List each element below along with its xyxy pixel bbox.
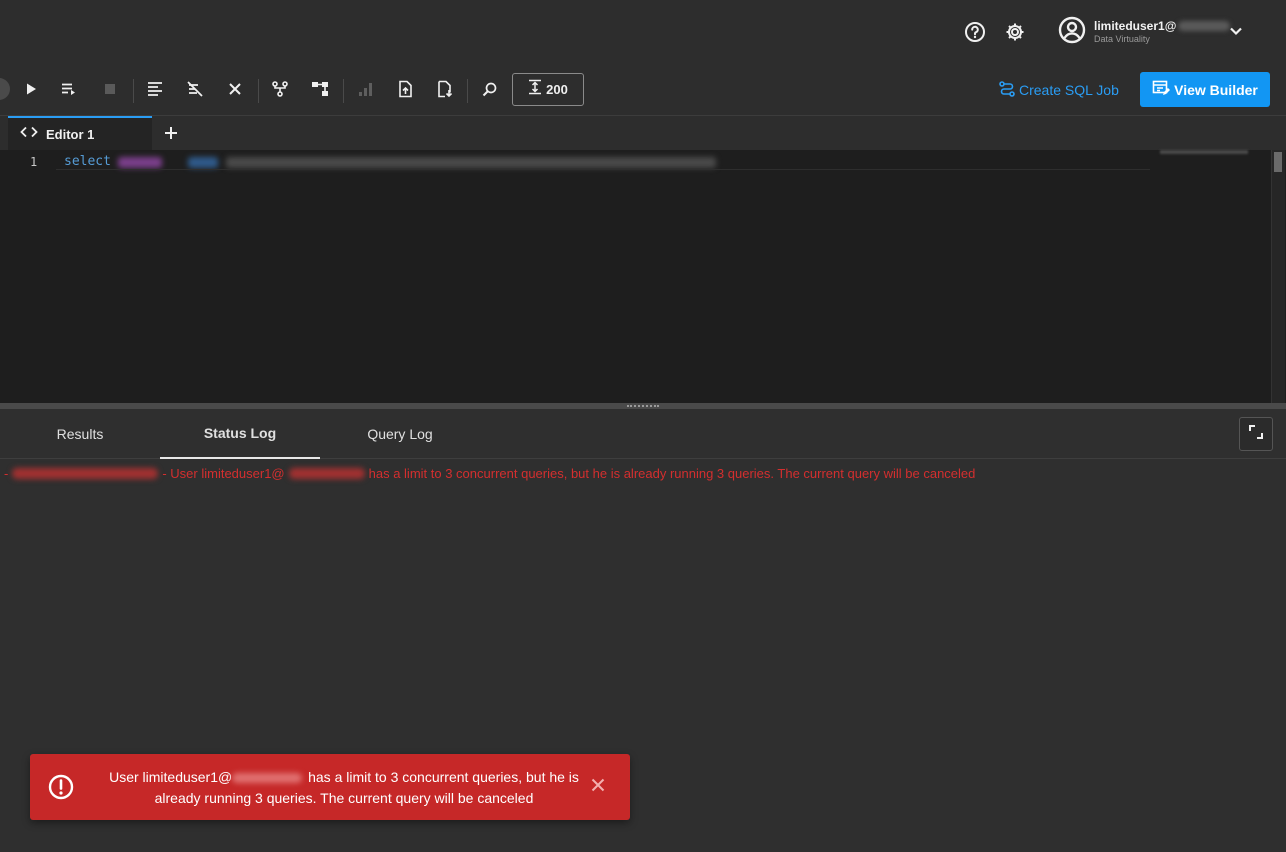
redacted-domain xyxy=(232,773,303,784)
app-header: limiteduser1@ Data Virtuality xyxy=(0,0,1286,64)
query-plan-icon[interactable] xyxy=(310,79,330,99)
scrollbar-thumb[interactable] xyxy=(1274,152,1282,172)
error-icon xyxy=(47,773,75,801)
explain-plan-icon[interactable] xyxy=(270,79,290,99)
line-number: 1 xyxy=(30,155,38,169)
help-icon[interactable] xyxy=(963,20,987,44)
clear-icon[interactable] xyxy=(225,79,245,99)
tab-label: Editor 1 xyxy=(46,126,95,142)
editor-toolbar: 200 Create SQL Job View Builder xyxy=(0,64,1286,116)
toast-text-part1: User limiteduser1@ xyxy=(109,769,233,785)
format-sql-icon[interactable] xyxy=(145,79,165,99)
row-limit-value: 200 xyxy=(546,82,568,97)
find-replace-icon[interactable] xyxy=(480,79,500,99)
import-file-icon[interactable] xyxy=(395,79,415,99)
redacted-domain xyxy=(1178,21,1231,31)
toolbar-divider xyxy=(467,79,468,103)
statistics-icon[interactable] xyxy=(355,79,375,99)
log-entry: - - User limiteduser1@ has a limit to 3 … xyxy=(4,466,975,481)
redacted-code xyxy=(118,157,162,168)
expand-icon xyxy=(1248,424,1264,445)
code-keyword: select xyxy=(64,154,111,169)
tab-editor-1[interactable]: Editor 1 xyxy=(8,116,152,150)
status-indicator xyxy=(0,78,10,100)
redacted-code xyxy=(226,157,716,168)
sql-editor[interactable]: 1 select xyxy=(0,150,1286,403)
tab-results[interactable]: Results xyxy=(0,409,160,459)
create-sql-job-button[interactable]: Create SQL Job xyxy=(998,80,1119,100)
toast-text-part2: has a limit to 3 concurrent queries, but… xyxy=(308,769,579,785)
row-limit-icon xyxy=(528,79,542,100)
unformat-icon[interactable] xyxy=(185,79,205,99)
drag-handle[interactable] xyxy=(627,405,659,407)
expand-panel-button[interactable] xyxy=(1239,417,1273,451)
result-tab-bar: Results Status Log Query Log xyxy=(0,409,1286,459)
stop-icon[interactable] xyxy=(100,79,120,99)
toolbar-divider xyxy=(343,79,344,103)
log-prefix: - xyxy=(4,466,9,481)
user-name: limiteduser1@ xyxy=(1094,19,1231,33)
toast-message: User limiteduser1@ has a limit to 3 conc… xyxy=(94,767,594,809)
sql-job-icon xyxy=(998,80,1016,101)
close-icon[interactable] xyxy=(590,777,608,795)
redacted-code xyxy=(188,157,218,168)
current-line-highlight xyxy=(56,169,1150,170)
create-sql-job-label: Create SQL Job xyxy=(1019,82,1119,98)
row-limit-button[interactable]: 200 xyxy=(512,73,584,106)
export-file-icon[interactable] xyxy=(435,79,455,99)
run-icon[interactable] xyxy=(21,79,41,99)
view-builder-label: View Builder xyxy=(1174,81,1258,98)
editor-scrollbar[interactable] xyxy=(1271,150,1285,403)
redacted-domain xyxy=(288,468,365,479)
gear-icon[interactable] xyxy=(1003,20,1027,44)
toast-text-line2: already running 3 queries. The current q… xyxy=(154,790,534,806)
user-menu[interactable]: limiteduser1@ Data Virtuality xyxy=(1058,16,1231,49)
editor-tab-bar: Editor 1 xyxy=(0,116,1286,150)
chevron-down-icon[interactable] xyxy=(1228,23,1244,44)
view-builder-button[interactable]: View Builder xyxy=(1140,72,1270,107)
tab-status-log[interactable]: Status Log xyxy=(160,409,320,459)
user-name-text: limiteduser1@ xyxy=(1094,19,1177,33)
add-tab-icon[interactable] xyxy=(162,123,180,143)
redacted-timestamp xyxy=(12,468,159,479)
minimap[interactable] xyxy=(1160,150,1248,154)
code-icon xyxy=(20,125,38,143)
view-builder-icon xyxy=(1152,79,1171,100)
toolbar-divider xyxy=(133,79,134,103)
tab-query-log[interactable]: Query Log xyxy=(320,409,480,459)
log-text-part2: has a limit to 3 concurrent queries, but… xyxy=(368,466,976,481)
user-org: Data Virtuality xyxy=(1094,34,1150,44)
error-toast: User limiteduser1@ has a limit to 3 conc… xyxy=(30,754,630,820)
log-text-part1: - User limiteduser1@ xyxy=(162,466,285,481)
avatar-icon xyxy=(1058,16,1086,49)
run-selection-icon[interactable] xyxy=(59,79,79,99)
toolbar-divider xyxy=(258,79,259,103)
